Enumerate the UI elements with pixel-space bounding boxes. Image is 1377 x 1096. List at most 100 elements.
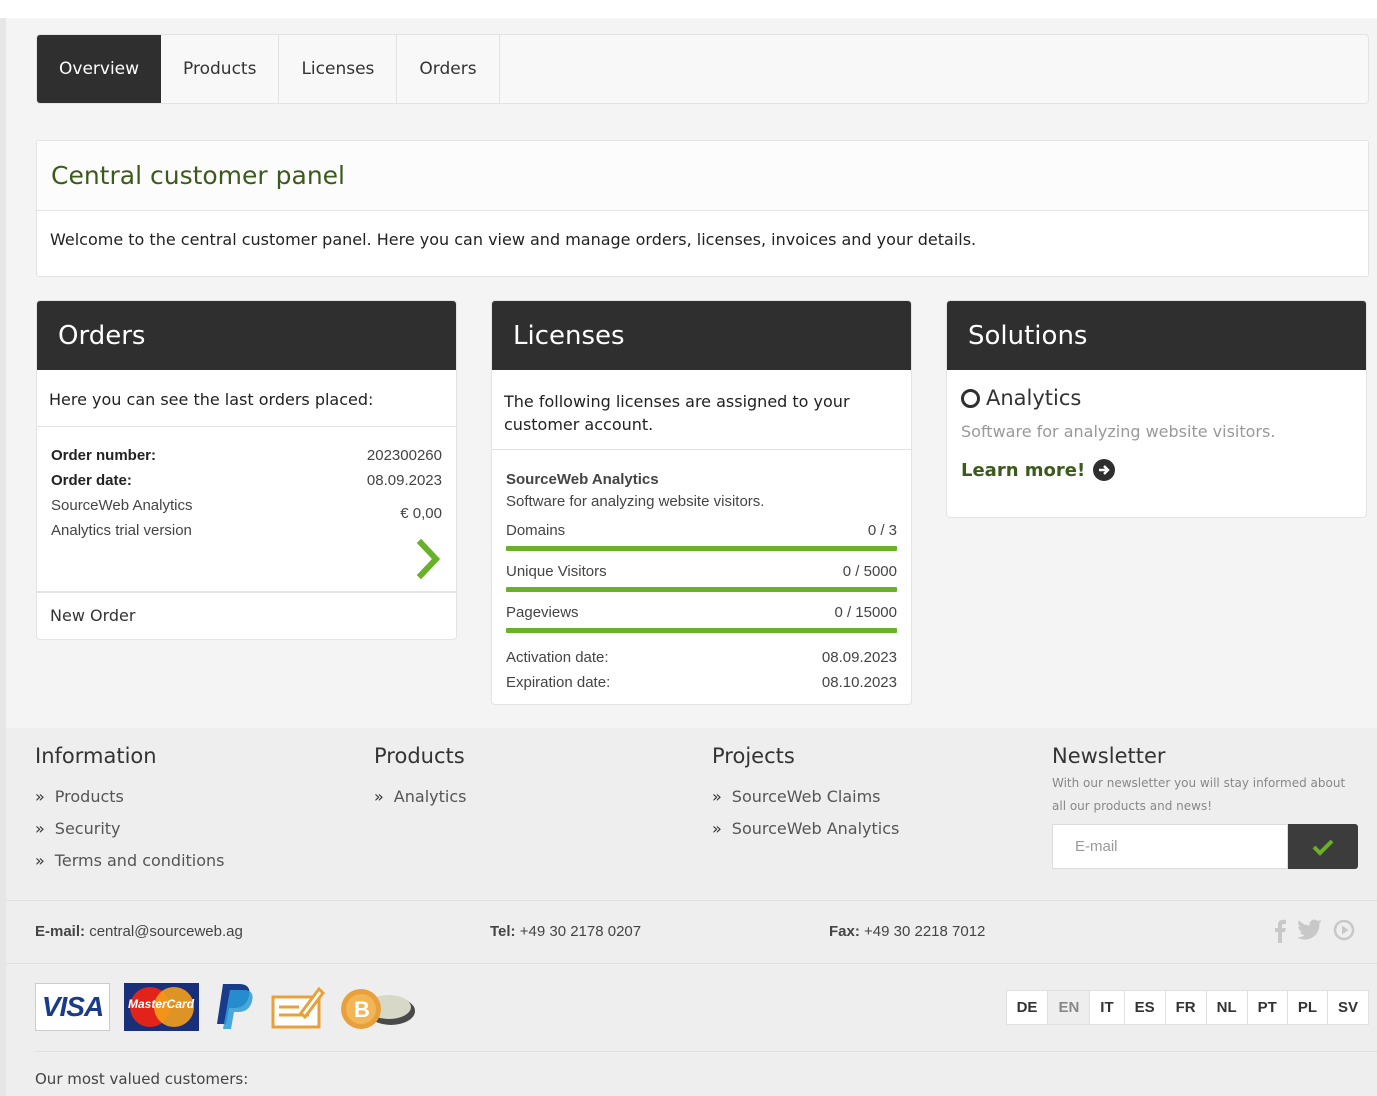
- footer-projects: Projects » SourceWeb Claims » SourceWeb An…: [712, 744, 899, 844]
- footer-link-security[interactable]: » Security: [35, 812, 225, 844]
- order-product-row: SourceWeb Analytics: [51, 493, 442, 518]
- learn-more-label: Learn more!: [961, 459, 1086, 481]
- meter-label: Domains: [506, 522, 566, 539]
- order-date-row: Order date: 08.09.2023: [51, 468, 442, 493]
- licenses-card-title: Licenses: [492, 301, 911, 370]
- order-number-label: Order number:: [51, 447, 157, 464]
- double-chevron-icon: »: [712, 818, 722, 838]
- lang-en[interactable]: EN: [1048, 991, 1091, 1024]
- footer-heading: Newsletter: [1052, 744, 1166, 768]
- contact-email-link[interactable]: central@sourceweb.ag: [89, 923, 243, 940]
- license-dates: Activation date: 08.09.2023 Expiration d…: [506, 645, 897, 695]
- meter-domains: Domains 0 / 3: [506, 518, 897, 543]
- lang-es[interactable]: ES: [1125, 991, 1166, 1024]
- meter-bar: [506, 587, 897, 592]
- activation-date: 08.09.2023: [821, 649, 897, 666]
- main-tabs: Overview Products Licenses Orders: [36, 34, 1369, 104]
- footer-link-label: Terms and conditions: [54, 850, 225, 870]
- arrow-right-circle-icon: [1093, 459, 1116, 481]
- footer-link-claims[interactable]: » SourceWeb Claims: [712, 780, 899, 812]
- order-date-value: 08.09.2023: [366, 472, 442, 489]
- solutions-card-title: Solutions: [947, 301, 1366, 370]
- svg-text:B: B: [354, 997, 370, 1022]
- mastercard-logo: MasterCard: [124, 983, 199, 1031]
- lang-de[interactable]: DE: [1007, 991, 1049, 1024]
- footer-link-label: SourceWeb Claims: [731, 786, 881, 806]
- newsletter-submit-button[interactable]: [1288, 824, 1358, 869]
- learn-more-link[interactable]: Learn more!: [961, 459, 1352, 481]
- page-title: Central customer panel: [51, 161, 346, 190]
- visa-logo: VISA: [35, 983, 110, 1031]
- order-date-label: Order date:: [51, 472, 132, 489]
- expiration-row: Expiration date: 08.10.2023: [506, 670, 897, 695]
- meter-pageviews: Pageviews 0 / 15000: [506, 600, 897, 625]
- double-chevron-icon: »: [374, 786, 384, 806]
- order-variant: Analytics trial version: [51, 522, 192, 539]
- meter-value: 0 / 3: [867, 522, 897, 539]
- footer-information: Information » Products » Security » Terms a…: [35, 744, 225, 876]
- orders-intro: Here you can see the last orders placed:: [37, 370, 456, 427]
- double-chevron-icon: »: [35, 818, 45, 838]
- meter-label: Pageviews: [506, 604, 579, 621]
- contact-tel: Tel: +49 30 2178 0207: [490, 923, 641, 940]
- checkmark-icon: [1312, 839, 1334, 856]
- solution-description: Software for analyzing website visitors.: [961, 422, 1276, 441]
- bitcoin-icon: B: [341, 989, 415, 1029]
- footer-link-label: Products: [54, 786, 124, 806]
- footer-link-analytics[interactable]: » Analytics: [374, 780, 466, 812]
- chevron-right-icon[interactable]: [416, 539, 442, 579]
- central-panel: Central customer panel Welcome to the ce…: [36, 140, 1369, 277]
- footer-link-products[interactable]: » Products: [35, 780, 225, 812]
- contact-bar: E-mail: central@sourceweb.ag Tel: +49 30…: [6, 900, 1377, 964]
- orders-card-title: Orders: [37, 301, 456, 370]
- tab-orders[interactable]: Orders: [397, 35, 500, 103]
- lang-fr[interactable]: FR: [1166, 991, 1207, 1024]
- license-product-name: SourceWeb Analytics: [506, 471, 659, 488]
- lang-nl[interactable]: NL: [1207, 991, 1248, 1024]
- new-order-link[interactable]: New Order: [37, 593, 456, 638]
- tab-overview[interactable]: Overview: [37, 35, 162, 103]
- contact-fax: Fax: +49 30 2218 7012: [829, 923, 985, 940]
- contact-tel-value: +49 30 2178 0207: [519, 923, 642, 940]
- lang-pl[interactable]: PL: [1288, 991, 1328, 1024]
- licenses-card: Licenses The following licenses are assi…: [491, 300, 912, 705]
- welcome-text: Welcome to the central customer panel. H…: [50, 230, 977, 249]
- lang-sv[interactable]: SV: [1328, 991, 1368, 1024]
- play-icon[interactable]: [1333, 919, 1355, 941]
- contact-email: E-mail: central@sourceweb.ag: [35, 923, 243, 940]
- central-panel-header: Central customer panel: [37, 141, 1368, 211]
- expiration-label: Expiration date:: [506, 674, 611, 691]
- order-item[interactable]: Order number: 202300260 Order date: 08.0…: [37, 427, 456, 593]
- meter-value: 0 / 15000: [834, 604, 897, 621]
- license-item: SourceWeb Analytics Software for analyzi…: [492, 450, 911, 695]
- social-links: [1273, 919, 1355, 943]
- tab-licenses[interactable]: Licenses: [279, 35, 398, 103]
- paypal-icon: [217, 984, 253, 1029]
- footer-heading: Information: [35, 744, 157, 768]
- orders-card: Orders Here you can see the last orders …: [36, 300, 457, 640]
- twitter-icon[interactable]: [1297, 919, 1323, 941]
- facebook-icon[interactable]: [1273, 919, 1287, 943]
- license-description-row: Software for analyzing website visitors.: [506, 492, 897, 512]
- double-chevron-icon: »: [35, 786, 45, 806]
- footer-link-sourceweb-analytics[interactable]: » SourceWeb Analytics: [712, 812, 899, 844]
- newsletter-email-input[interactable]: [1052, 824, 1288, 869]
- contact-email-label: E-mail:: [35, 923, 86, 940]
- footer-link-terms[interactable]: » Terms and conditions: [35, 844, 225, 876]
- licenses-intro: The following licenses are assigned to y…: [492, 370, 911, 450]
- license-description: Software for analyzing website visitors.: [506, 493, 765, 510]
- lang-pt[interactable]: PT: [1248, 991, 1288, 1024]
- meter-value: 0 / 5000: [842, 563, 897, 580]
- footer-newsletter: Newsletter With our newsletter you will …: [1052, 744, 1362, 869]
- tab-products[interactable]: Products: [161, 35, 280, 103]
- solutions-card: Solutions Analytics Software for analyzi…: [946, 300, 1367, 518]
- visa-logo-text: VISA: [41, 991, 104, 1022]
- contact-fax-value: +49 30 2218 7012: [864, 923, 986, 940]
- lang-it[interactable]: IT: [1090, 991, 1125, 1024]
- footer: Information » Products » Security » Terms a…: [6, 728, 1377, 1096]
- double-chevron-icon: »: [35, 850, 45, 870]
- solution-title: Analytics: [961, 386, 1352, 410]
- order-number-value: 202300260: [366, 447, 442, 464]
- order-price: € 0,00: [400, 505, 442, 522]
- language-selector: DE EN IT ES FR NL PT PL SV: [1005, 990, 1369, 1025]
